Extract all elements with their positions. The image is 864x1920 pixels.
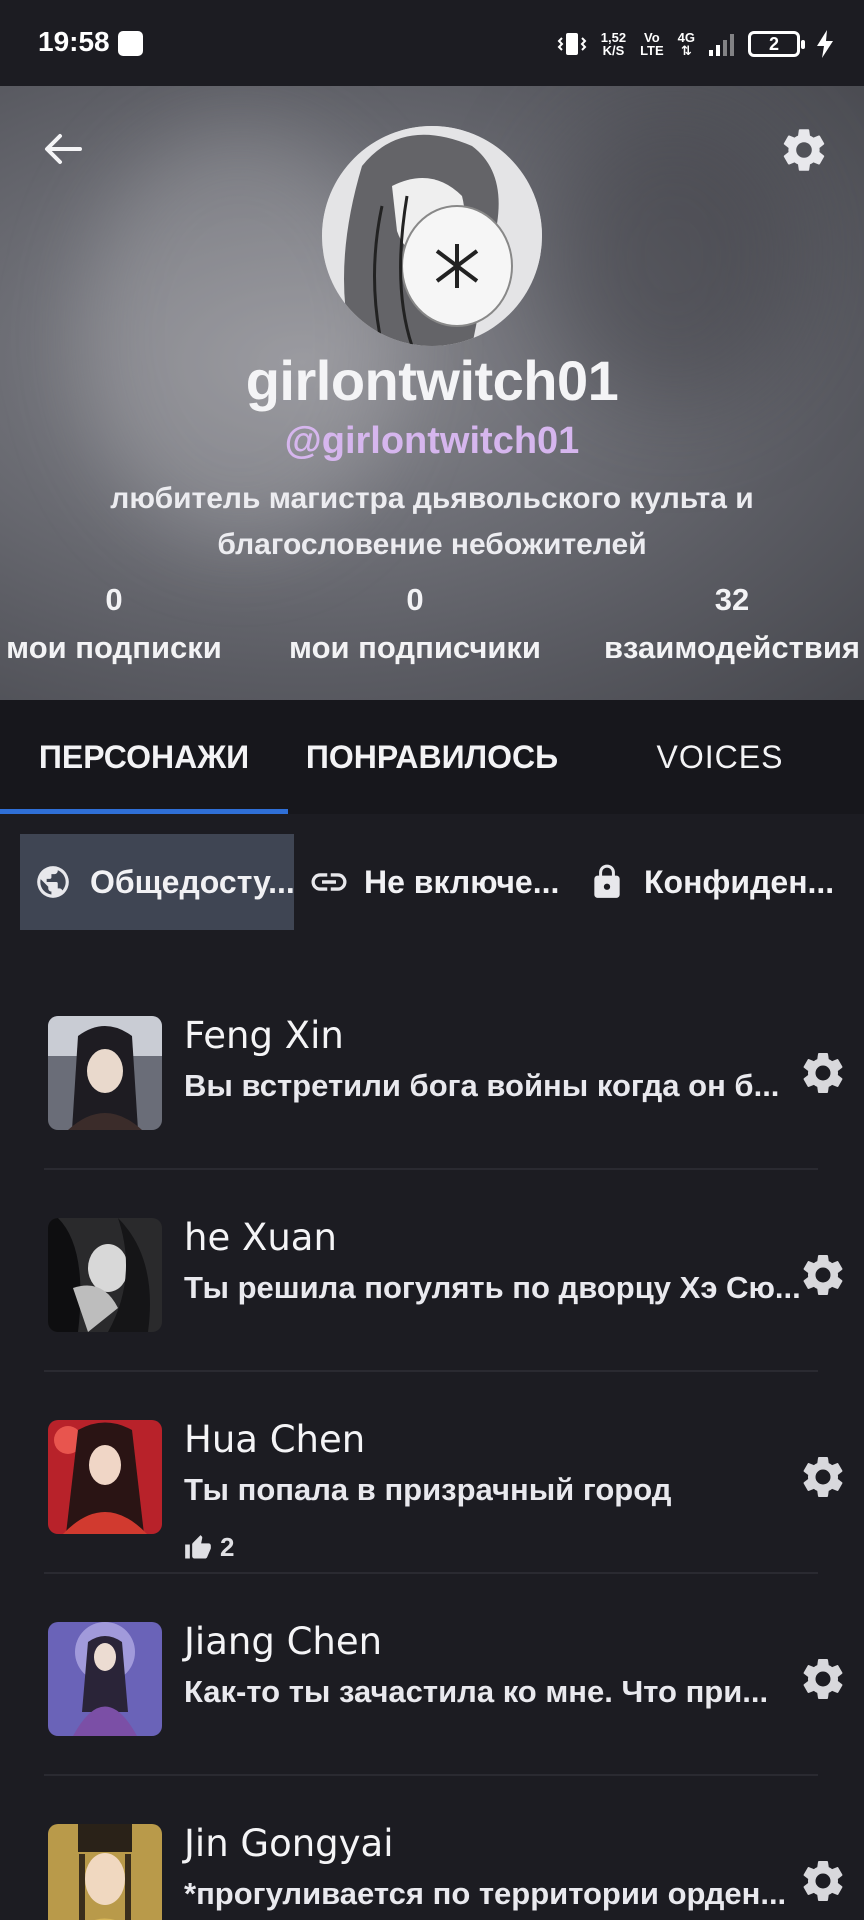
stat-followers-label: мои подписчики [289, 630, 541, 665]
character-description: Ты попала в призрачный город [184, 1472, 672, 1507]
stat-followers-value: 0 [406, 582, 424, 617]
volte-indicator: Vo LTE [640, 30, 664, 58]
globe-icon [37, 866, 69, 898]
character-settings-icon[interactable] [798, 1250, 848, 1300]
character-item[interactable]: Hua Chen Ты попала в призрачный город 2 [44, 1400, 843, 1563]
character-avatar [48, 1622, 162, 1736]
character-settings-icon[interactable] [798, 1654, 848, 1704]
tab-liked[interactable]: ПОНРАВИЛОСЬ [288, 700, 576, 814]
stat-interactions: 32 взаимодействия [600, 580, 864, 668]
battery-icon: 2 [748, 31, 805, 57]
profile-handle: @girlontwitch01 [284, 420, 580, 462]
filter-public-label: Общедосту... [90, 863, 295, 900]
list-divider [44, 1572, 818, 1574]
profile-bio: любитель магистра дьявольского культа и … [110, 482, 754, 561]
list-divider [44, 1774, 818, 1776]
character-avatar [48, 1016, 162, 1130]
network-type: 4G ⇅ [677, 30, 695, 58]
list-divider [44, 1370, 818, 1372]
back-arrow-icon[interactable] [40, 126, 86, 172]
lock-icon [594, 864, 620, 898]
character-likes: 2 [184, 1532, 234, 1563]
profile-header: girlontwitch01 @girlontwitch01 любитель … [0, 86, 864, 700]
vibrate-icon [557, 33, 587, 55]
character-settings-icon[interactable] [798, 1048, 848, 1098]
character-item[interactable]: Feng Xin Вы встретили бога войны когда о… [44, 996, 843, 1156]
character-avatar [48, 1420, 162, 1534]
profile-display-name: girlontwitch01 [245, 349, 619, 412]
character-avatar [48, 1218, 162, 1332]
link-icon [311, 873, 347, 891]
character-name: Jin Gongyai [184, 1822, 394, 1865]
character-settings-icon[interactable] [798, 1452, 848, 1502]
signal-icon [709, 32, 734, 56]
character-likes-count: 2 [220, 1532, 235, 1562]
character-name: Feng Xin [184, 1014, 344, 1057]
stat-following-label: мои подписки [6, 630, 222, 665]
stat-following[interactable]: 0 мои подписки [0, 580, 228, 668]
character-avatar [48, 1824, 162, 1920]
notification-icon [118, 31, 143, 56]
character-description: Как-то ты зачастила ко мне. Что при... [184, 1674, 769, 1709]
profile-avatar[interactable] [322, 126, 542, 346]
tab-voices[interactable]: VOICES [576, 700, 864, 814]
character-name: Hua Chen [184, 1418, 366, 1461]
settings-gear-icon[interactable] [778, 124, 830, 176]
tab-active-indicator [0, 809, 288, 814]
filter-public[interactable]: Общедосту... [20, 834, 295, 930]
stat-interactions-value: 32 [714, 582, 750, 617]
status-time: 19:58 [38, 26, 110, 57]
avatar-illustration [322, 126, 542, 346]
character-item[interactable]: he Xuan Ты решила погулять по дворцу Хэ … [44, 1198, 843, 1358]
charging-icon [817, 30, 833, 58]
thumbs-up-icon [185, 1534, 211, 1558]
character-description: Ты решила погулять по дворцу Хэ Сю... [184, 1270, 801, 1305]
character-name: he Xuan [184, 1216, 337, 1259]
stat-followers[interactable]: 0 мои подписчики [280, 580, 550, 668]
character-name: Jiang Chen [184, 1620, 383, 1663]
character-description: *прогуливается по территории орден... [184, 1876, 787, 1911]
list-divider [44, 1168, 818, 1170]
character-item[interactable]: Jin Gongyai *прогуливается по территории… [44, 1804, 843, 1920]
filter-private[interactable]: Конфиден... [588, 834, 858, 930]
filter-private-label: Конфиден... [644, 863, 835, 900]
character-description: Вы встретили бога войны когда он б... [184, 1068, 780, 1103]
net-speed: 1,52 K/S [600, 30, 627, 58]
character-settings-icon[interactable] [798, 1856, 848, 1906]
filter-unlisted-label: Не включе... [364, 863, 560, 900]
profile-stats: 0 мои подписки 0 мои подписчики 32 взаим… [0, 580, 864, 680]
tab-characters[interactable]: ПЕРСОНАЖИ [0, 700, 288, 814]
profile-tabs: ПЕРСОНАЖИ ПОНРАВИЛОСЬ VOICES [0, 700, 864, 814]
stat-interactions-label: взаимодействия [603, 630, 860, 665]
character-item[interactable]: Jiang Chen Как-то ты зачастила ко мне. Ч… [44, 1602, 843, 1762]
status-bar: 19:58 1,52 K/S Vo LTE 4G ⇅ 2 [0, 0, 864, 86]
status-indicators: 1,52 K/S Vo LTE 4G ⇅ 2 [557, 24, 836, 64]
filter-unlisted[interactable]: Не включе... [308, 834, 564, 930]
stat-following-value: 0 [105, 582, 123, 617]
